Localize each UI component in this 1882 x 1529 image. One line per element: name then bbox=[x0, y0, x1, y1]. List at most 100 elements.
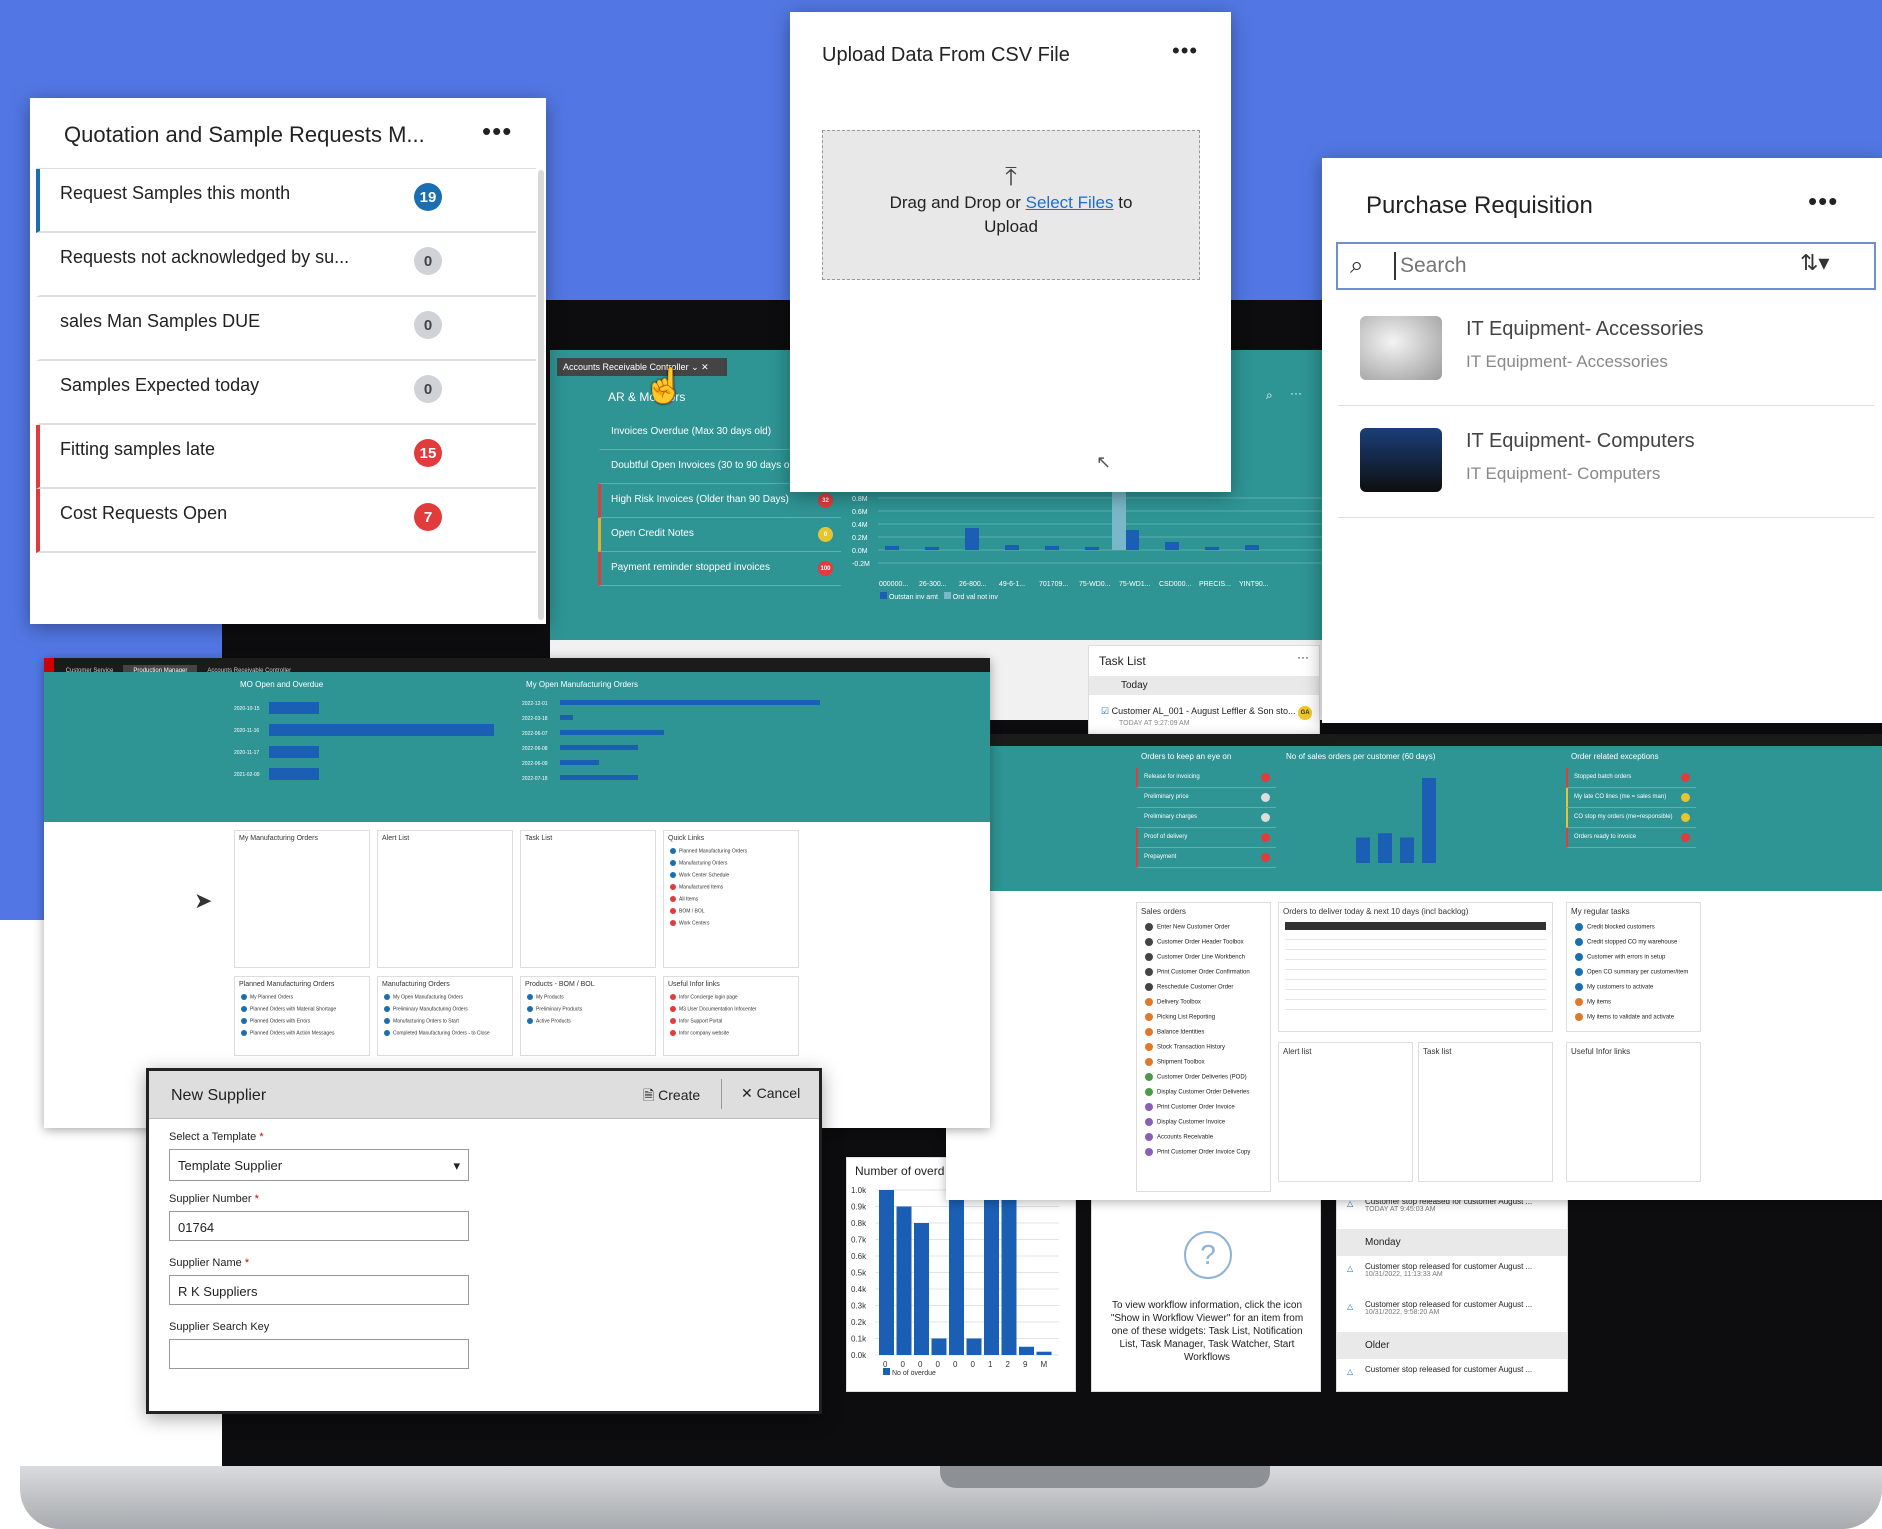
more-icon[interactable]: ••• bbox=[482, 116, 512, 147]
list-item[interactable]: BOM / BOL bbox=[664, 906, 798, 918]
monitor-item[interactable]: Payment reminder stopped invoices 100 bbox=[598, 552, 841, 586]
list-item[interactable]: Infor company website bbox=[664, 1028, 798, 1040]
alert-item[interactable]: △ Customer stop released for customer Aug… bbox=[1337, 1359, 1567, 1397]
list-item[interactable]: Planned Orders with Material Shortage bbox=[235, 1004, 369, 1016]
list-item[interactable]: Requests not acknowledged by su... 0 bbox=[36, 233, 536, 297]
search-input[interactable] bbox=[1394, 252, 1774, 280]
monitor-label: Payment reminder stopped invoices bbox=[611, 562, 770, 573]
production-widget: Planned Manufacturing Orders My Planned O… bbox=[234, 976, 370, 1056]
list-item[interactable]: Display Customer Order Deliveries bbox=[1137, 1085, 1270, 1100]
ar-legend: Outstan inv amt Ord val not inv bbox=[880, 592, 998, 601]
list-item[interactable]: Cost Requests Open 7 bbox=[36, 489, 536, 553]
list-item[interactable]: Print Customer Order Invoice bbox=[1137, 1100, 1270, 1115]
more-icon[interactable]: ··· bbox=[1297, 650, 1309, 664]
list-item[interactable]: Infor Concierge login page bbox=[664, 992, 798, 1004]
list-item[interactable]: Shipment Toolbox bbox=[1137, 1055, 1270, 1070]
list-item[interactable]: Print Customer Order Confirmation bbox=[1137, 965, 1270, 980]
sort-icon[interactable]: ⇅▾ bbox=[1800, 250, 1829, 276]
list-item[interactable]: My Planned Orders bbox=[235, 992, 369, 1004]
list-item[interactable]: Orders ready to invoice bbox=[1566, 828, 1696, 848]
list-item[interactable]: Display Customer Invoice bbox=[1137, 1115, 1270, 1130]
list-item[interactable]: Customer Order Line Workbench bbox=[1137, 950, 1270, 965]
list-item[interactable]: Print Customer Order Invoice Copy bbox=[1137, 1145, 1270, 1160]
production-widget: Useful Infor links Infor Concierge login … bbox=[663, 976, 799, 1056]
more-icon[interactable]: ••• bbox=[1808, 186, 1838, 217]
list-item[interactable]: Prepayment bbox=[1136, 848, 1276, 868]
avatar: GA bbox=[1298, 706, 1313, 720]
list-item[interactable]: My Products bbox=[521, 992, 655, 1004]
list-item[interactable]: Customer Order Deliveries (POD) bbox=[1137, 1070, 1270, 1085]
supplier-key-field[interactable] bbox=[169, 1339, 469, 1369]
list-item[interactable]: All Items bbox=[664, 894, 798, 906]
list-item[interactable]: Customer Order Header Toolbox bbox=[1137, 935, 1270, 950]
list-item[interactable]: IT Equipment- Computers IT Equipment- Com… bbox=[1338, 406, 1874, 518]
list-item[interactable]: My Open Manufacturing Orders bbox=[378, 992, 512, 1004]
list-item[interactable]: sales Man Samples DUE 0 bbox=[36, 297, 536, 361]
list-item[interactable]: Proof of delivery bbox=[1136, 828, 1276, 848]
list-item[interactable]: Samples Expected today 0 bbox=[36, 361, 536, 425]
list-item-label: Proof of delivery bbox=[1144, 834, 1188, 840]
list-item[interactable]: Infor Support Portal bbox=[664, 1016, 798, 1028]
circle-icon bbox=[384, 1018, 390, 1024]
widget-title: Planned Manufacturing Orders bbox=[239, 981, 335, 988]
list-item[interactable]: Preliminary charges bbox=[1136, 808, 1276, 828]
list-item[interactable]: Fitting samples late 15 bbox=[36, 425, 536, 489]
list-item[interactable]: Preliminary Manufacturing Orders bbox=[378, 1004, 512, 1016]
list-item[interactable]: Completed Manufacturing Orders - to Clos… bbox=[378, 1028, 512, 1040]
orders-deliver-widget: Orders to deliver today & next 10 days (… bbox=[1278, 902, 1553, 1032]
quotation-title: Quotation and Sample Requests M... bbox=[64, 122, 425, 147]
upload-icon: ⤒ bbox=[1005, 161, 1017, 191]
list-item[interactable]: Work Center Schedule bbox=[664, 870, 798, 882]
more-icon[interactable]: ••• bbox=[1172, 38, 1198, 64]
create-button[interactable]: 🗎 Create bbox=[643, 1085, 700, 1109]
list-item[interactable]: Planned Orders with Errors bbox=[235, 1016, 369, 1028]
task-item[interactable]: ☑ Customer AL_001 - August Leffler & Son… bbox=[1101, 706, 1316, 727]
list-item[interactable]: My items bbox=[1567, 995, 1700, 1010]
template-select[interactable]: Template Supplier ▾ bbox=[169, 1149, 469, 1181]
alert-item[interactable]: △ Customer stop released for customer Aug… bbox=[1337, 1294, 1567, 1332]
search-icon[interactable]: ⌕ bbox=[1266, 388, 1273, 403]
drop-zone[interactable]: ⤒ Drag and Drop or Select Files to Uploa… bbox=[822, 130, 1200, 280]
list-item[interactable]: Accounts Receivable bbox=[1137, 1130, 1270, 1145]
list-item[interactable]: Reschedule Customer Order bbox=[1137, 980, 1270, 995]
more-icon[interactable]: ··· bbox=[1290, 386, 1302, 400]
x-tick-label: 0 bbox=[936, 1360, 941, 1369]
list-item[interactable]: Active Products bbox=[521, 1016, 655, 1028]
select-files-link[interactable]: Select Files bbox=[1026, 193, 1114, 212]
list-item[interactable]: Work Centers bbox=[664, 918, 798, 930]
supplier-name-field[interactable]: R K Suppliers bbox=[169, 1275, 469, 1305]
list-item[interactable]: My customers to activate bbox=[1567, 980, 1700, 995]
list-item[interactable]: CO stop my orders (me=responsible) bbox=[1566, 808, 1696, 828]
list-item[interactable]: My late CO lines (me = sales man) bbox=[1566, 788, 1696, 808]
scrollbar[interactable] bbox=[538, 170, 544, 620]
alert-item[interactable]: △ Customer stop released for customer Aug… bbox=[1337, 1256, 1567, 1294]
supplier-number-field[interactable]: 01764 bbox=[169, 1211, 469, 1241]
list-item[interactable]: Manufacturing Orders bbox=[664, 858, 798, 870]
list-item[interactable]: Open CO summary per customer/item bbox=[1567, 965, 1700, 980]
list-item[interactable]: Picking List Reporting bbox=[1137, 1010, 1270, 1025]
save-icon: 🗎 bbox=[643, 1087, 655, 1103]
list-item[interactable]: Stock Transaction History bbox=[1137, 1040, 1270, 1055]
list-item[interactable]: Stopped batch orders bbox=[1566, 768, 1696, 788]
list-item[interactable]: Release for invoicing bbox=[1136, 768, 1276, 788]
monitor-item[interactable]: Open Credit Notes 0 bbox=[598, 518, 841, 552]
list-item-label: Preliminary price bbox=[1144, 794, 1189, 800]
list-item[interactable]: Balance Identities bbox=[1137, 1025, 1270, 1040]
list-item[interactable]: Delivery Toolbox bbox=[1137, 995, 1270, 1010]
list-item[interactable]: M3 User Documentation Infocenter bbox=[664, 1004, 798, 1016]
list-item[interactable]: Customer with errors in setup bbox=[1567, 950, 1700, 965]
list-item[interactable]: Manufactured Items bbox=[664, 882, 798, 894]
list-item[interactable]: Preliminary price bbox=[1136, 788, 1276, 808]
list-item[interactable]: Preliminary Products bbox=[521, 1004, 655, 1016]
list-item[interactable]: Credit stopped CO my warehouse bbox=[1567, 935, 1700, 950]
cancel-button[interactable]: ✕ Cancel bbox=[741, 1085, 800, 1102]
list-item[interactable]: My items to validate and activate bbox=[1567, 1010, 1700, 1025]
list-item[interactable]: Planned Manufacturing Orders bbox=[664, 846, 798, 858]
list-item[interactable]: Request Samples this month 19 bbox=[36, 169, 536, 233]
list-item[interactable]: Enter New Customer Order bbox=[1137, 920, 1270, 935]
list-item[interactable]: Credit blocked customers bbox=[1567, 920, 1700, 935]
list-item[interactable]: Planned Orders with Action Messages bbox=[235, 1028, 369, 1040]
list-item[interactable]: Manufacturing Orders to Start bbox=[378, 1016, 512, 1028]
ar-tab[interactable]: Accounts Receivable Controller ⌄ ✕ bbox=[557, 358, 727, 376]
list-item[interactable]: IT Equipment- Accessories IT Equipment- A… bbox=[1338, 294, 1874, 406]
